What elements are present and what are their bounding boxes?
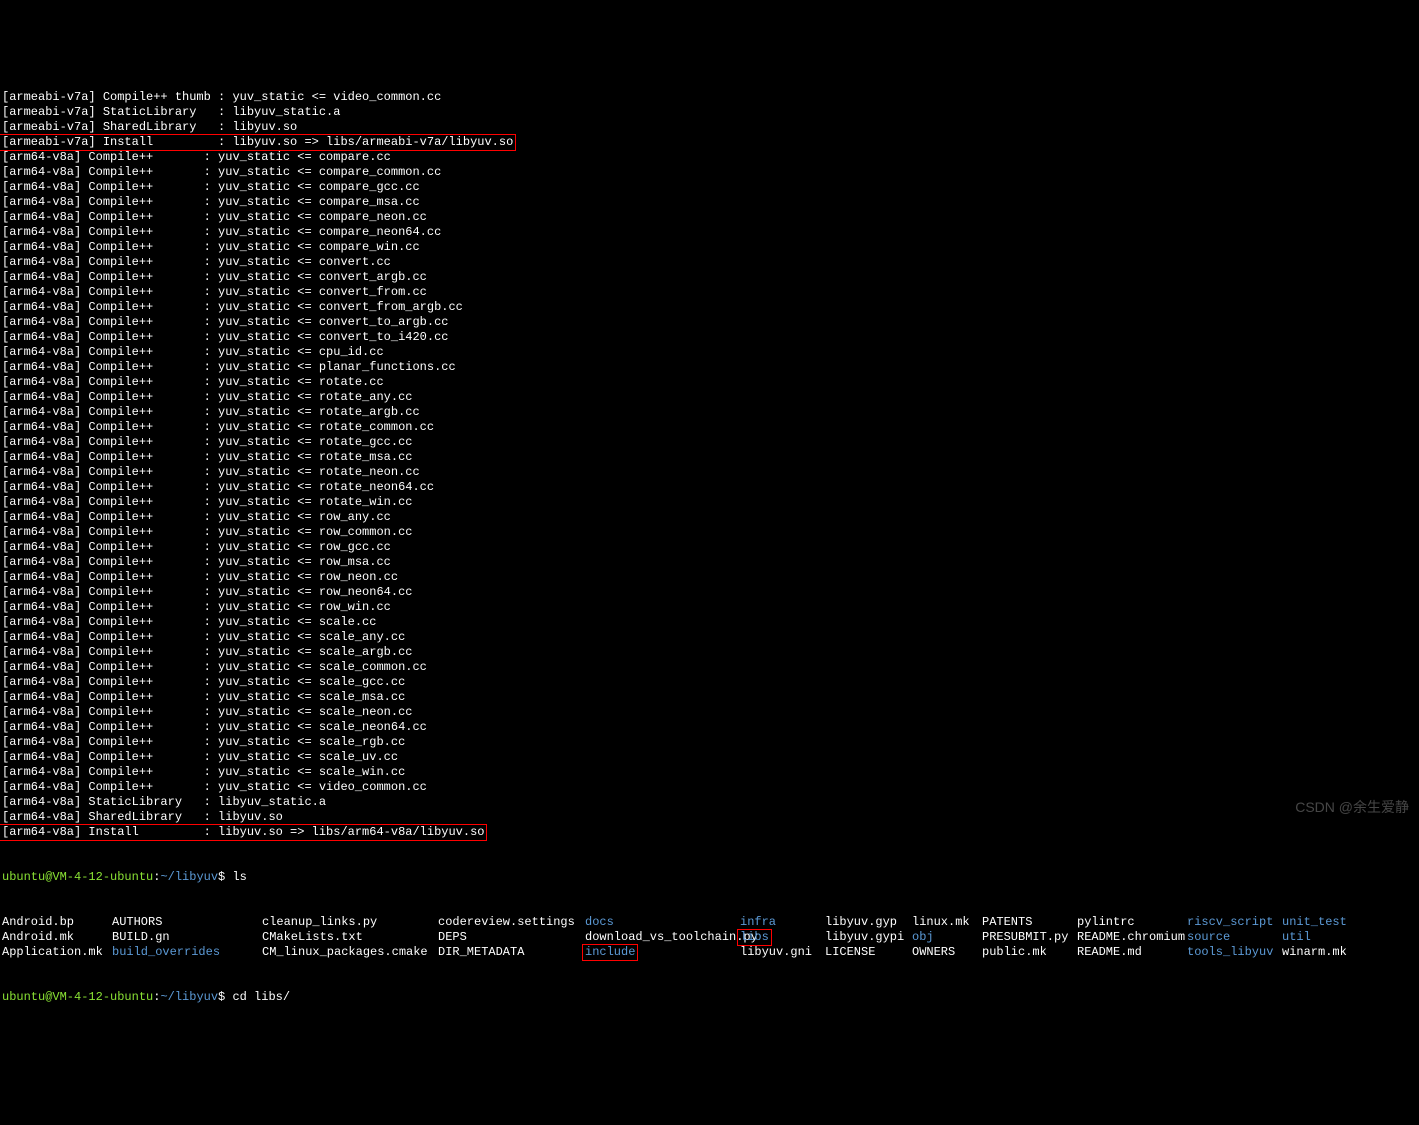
ls-entry: infra bbox=[740, 915, 776, 929]
compile-line: [arm64-v8a] Compile++ : yuv_static <= ro… bbox=[2, 375, 1417, 390]
compile-line: [arm64-v8a] Compile++ : yuv_static <= co… bbox=[2, 270, 1417, 285]
compile-line: [arm64-v8a] Compile++ : yuv_static <= sc… bbox=[2, 750, 1417, 765]
ls-entry: libyuv.gni bbox=[740, 945, 812, 959]
compile-line: [arm64-v8a] Compile++ : yuv_static <= co… bbox=[2, 285, 1417, 300]
compile-line: [arm64-v8a] Compile++ : yuv_static <= sc… bbox=[2, 615, 1417, 630]
watermark: CSDN @余生爱静 bbox=[1295, 800, 1409, 815]
ls-entry: libyuv.gyp bbox=[825, 915, 897, 929]
compile-line: [arm64-v8a] Compile++ : yuv_static <= sc… bbox=[2, 660, 1417, 675]
compile-line: [arm64-v8a] Compile++ : yuv_static <= ro… bbox=[2, 540, 1417, 555]
compile-line: [arm64-v8a] Compile++ : yuv_static <= co… bbox=[2, 225, 1417, 240]
compile-line: [arm64-v8a] Compile++ : yuv_static <= co… bbox=[2, 330, 1417, 345]
ls-entry: OWNERS bbox=[912, 945, 955, 959]
ls-entry: Android.mk bbox=[2, 930, 74, 944]
compile-line: [arm64-v8a] Compile++ : yuv_static <= ro… bbox=[2, 465, 1417, 480]
compile-line: [arm64-v8a] Compile++ : yuv_static <= ro… bbox=[2, 420, 1417, 435]
ls-entry: source bbox=[1187, 930, 1230, 944]
ls-entry: libyuv.gypi bbox=[825, 930, 904, 944]
ls-row: Android.bp AUTHORS cleanup_links.py coderev… bbox=[2, 915, 1417, 930]
compile-line: [arm64-v8a] Compile++ : yuv_static <= vi… bbox=[2, 780, 1417, 795]
ls-entry: DEPS bbox=[438, 930, 467, 944]
compile-line: [arm64-v8a] Compile++ : yuv_static <= sc… bbox=[2, 765, 1417, 780]
ls-row: Android.mk BUILD.gn CMakeLists.txt DEPS down… bbox=[2, 930, 1417, 945]
ls-entry: winarm.mk bbox=[1282, 945, 1347, 959]
compile-line: [arm64-v8a] Compile++ : yuv_static <= co… bbox=[2, 165, 1417, 180]
ls-entry: codereview.settings bbox=[438, 915, 575, 929]
compile-line: [arm64-v8a] Compile++ : yuv_static <= ro… bbox=[2, 570, 1417, 585]
ls-entry: public.mk bbox=[982, 945, 1047, 959]
prompt-line-1: ubuntu@VM-4-12-ubuntu:~/libyuv$ ls bbox=[2, 870, 1417, 885]
ls-entry: download_vs_toolchain.py bbox=[585, 930, 758, 944]
compile-line: [arm64-v8a] Compile++ : yuv_static <= ro… bbox=[2, 525, 1417, 540]
compile-line: [arm64-v8a] Install : libyuv.so => libs/… bbox=[2, 825, 1417, 840]
compile-line: [arm64-v8a] Compile++ : yuv_static <= co… bbox=[2, 300, 1417, 315]
compile-line: [arm64-v8a] Compile++ : yuv_static <= co… bbox=[2, 240, 1417, 255]
ls-entry: docs bbox=[585, 915, 614, 929]
compile-line: [arm64-v8a] Compile++ : yuv_static <= co… bbox=[2, 180, 1417, 195]
prompt-line-2[interactable]: ubuntu@VM-4-12-ubuntu:~/libyuv$ cd libs/ bbox=[2, 990, 1417, 1005]
ls-entry: obj bbox=[912, 930, 934, 944]
compile-line: [arm64-v8a] Compile++ : yuv_static <= sc… bbox=[2, 735, 1417, 750]
compile-line: [arm64-v8a] Compile++ : yuv_static <= sc… bbox=[2, 720, 1417, 735]
ls-entry: CM_linux_packages.cmake bbox=[262, 945, 428, 959]
ls-entry: linux.mk bbox=[912, 915, 970, 929]
compile-line: [arm64-v8a] Compile++ : yuv_static <= ro… bbox=[2, 585, 1417, 600]
compile-line: [arm64-v8a] Compile++ : yuv_static <= ro… bbox=[2, 600, 1417, 615]
compile-line: [arm64-v8a] Compile++ : yuv_static <= cp… bbox=[2, 345, 1417, 360]
ls-entry: PATENTS bbox=[982, 915, 1032, 929]
compile-line: [arm64-v8a] Compile++ : yuv_static <= co… bbox=[2, 210, 1417, 225]
ls-entry: util bbox=[1282, 930, 1311, 944]
compile-line: [arm64-v8a] Compile++ : yuv_static <= sc… bbox=[2, 705, 1417, 720]
compile-line: [arm64-v8a] Compile++ : yuv_static <= co… bbox=[2, 195, 1417, 210]
ls-entry: LICENSE bbox=[825, 945, 875, 959]
ls-entry: Android.bp bbox=[2, 915, 74, 929]
compile-line: [arm64-v8a] Compile++ : yuv_static <= co… bbox=[2, 150, 1417, 165]
ls-entry: DIR_METADATA bbox=[438, 945, 524, 959]
ls-entry: riscv_script bbox=[1187, 915, 1273, 929]
compile-line: [arm64-v8a] SharedLibrary : libyuv.so bbox=[2, 810, 1417, 825]
ls-entry: unit_test bbox=[1282, 915, 1347, 929]
ls-entry: README.chromium bbox=[1077, 930, 1185, 944]
ls-entry: pylintrc bbox=[1077, 915, 1135, 929]
compile-line: [arm64-v8a] Compile++ : yuv_static <= pl… bbox=[2, 360, 1417, 375]
compile-line: [arm64-v8a] Compile++ : yuv_static <= sc… bbox=[2, 645, 1417, 660]
compile-line: [armeabi-v7a] SharedLibrary : libyuv.so bbox=[2, 120, 1417, 135]
compile-line: [arm64-v8a] Compile++ : yuv_static <= co… bbox=[2, 255, 1417, 270]
ls-entry: README.md bbox=[1077, 945, 1142, 959]
compile-line: [arm64-v8a] Compile++ : yuv_static <= ro… bbox=[2, 480, 1417, 495]
ls-row: Application.mk build_overrides CM_linux_pa… bbox=[2, 945, 1417, 960]
compile-line: [arm64-v8a] Compile++ : yuv_static <= ro… bbox=[2, 435, 1417, 450]
ls-entry: cleanup_links.py bbox=[262, 915, 377, 929]
ls-entry: PRESUBMIT.py bbox=[982, 930, 1068, 944]
compile-line: [arm64-v8a] Compile++ : yuv_static <= sc… bbox=[2, 630, 1417, 645]
compile-line: [arm64-v8a] Compile++ : yuv_static <= ro… bbox=[2, 405, 1417, 420]
compile-line: [armeabi-v7a] Install : libyuv.so => lib… bbox=[2, 135, 1417, 150]
compile-line: [arm64-v8a] Compile++ : yuv_static <= sc… bbox=[2, 675, 1417, 690]
ls-entry: include bbox=[585, 945, 635, 959]
ls-entry: CMakeLists.txt bbox=[262, 930, 363, 944]
compile-line: [arm64-v8a] Compile++ : yuv_static <= ro… bbox=[2, 555, 1417, 570]
compile-line: [arm64-v8a] Compile++ : yuv_static <= co… bbox=[2, 315, 1417, 330]
ls-entry: Application.mk bbox=[2, 945, 103, 959]
compile-line: [arm64-v8a] Compile++ : yuv_static <= sc… bbox=[2, 690, 1417, 705]
compile-line: [arm64-v8a] Compile++ : yuv_static <= ro… bbox=[2, 510, 1417, 525]
compile-line: [arm64-v8a] Compile++ : yuv_static <= ro… bbox=[2, 495, 1417, 510]
compile-line: [arm64-v8a] Compile++ : yuv_static <= ro… bbox=[2, 390, 1417, 405]
ls-entry: libs bbox=[740, 930, 769, 944]
compile-line: [armeabi-v7a] StaticLibrary : libyuv_sta… bbox=[2, 105, 1417, 120]
ls-entry: BUILD.gn bbox=[112, 930, 170, 944]
ls-entry: build_overrides bbox=[112, 945, 220, 959]
compile-line: [armeabi-v7a] Compile++ thumb : yuv_stat… bbox=[2, 90, 1417, 105]
compile-line: [arm64-v8a] StaticLibrary : libyuv_stati… bbox=[2, 795, 1417, 810]
compile-line: [arm64-v8a] Compile++ : yuv_static <= ro… bbox=[2, 450, 1417, 465]
terminal-output[interactable]: [armeabi-v7a] Compile++ thumb : yuv_stat… bbox=[0, 60, 1419, 1020]
ls-entry: AUTHORS bbox=[112, 915, 162, 929]
ls-entry: tools_libyuv bbox=[1187, 945, 1273, 959]
